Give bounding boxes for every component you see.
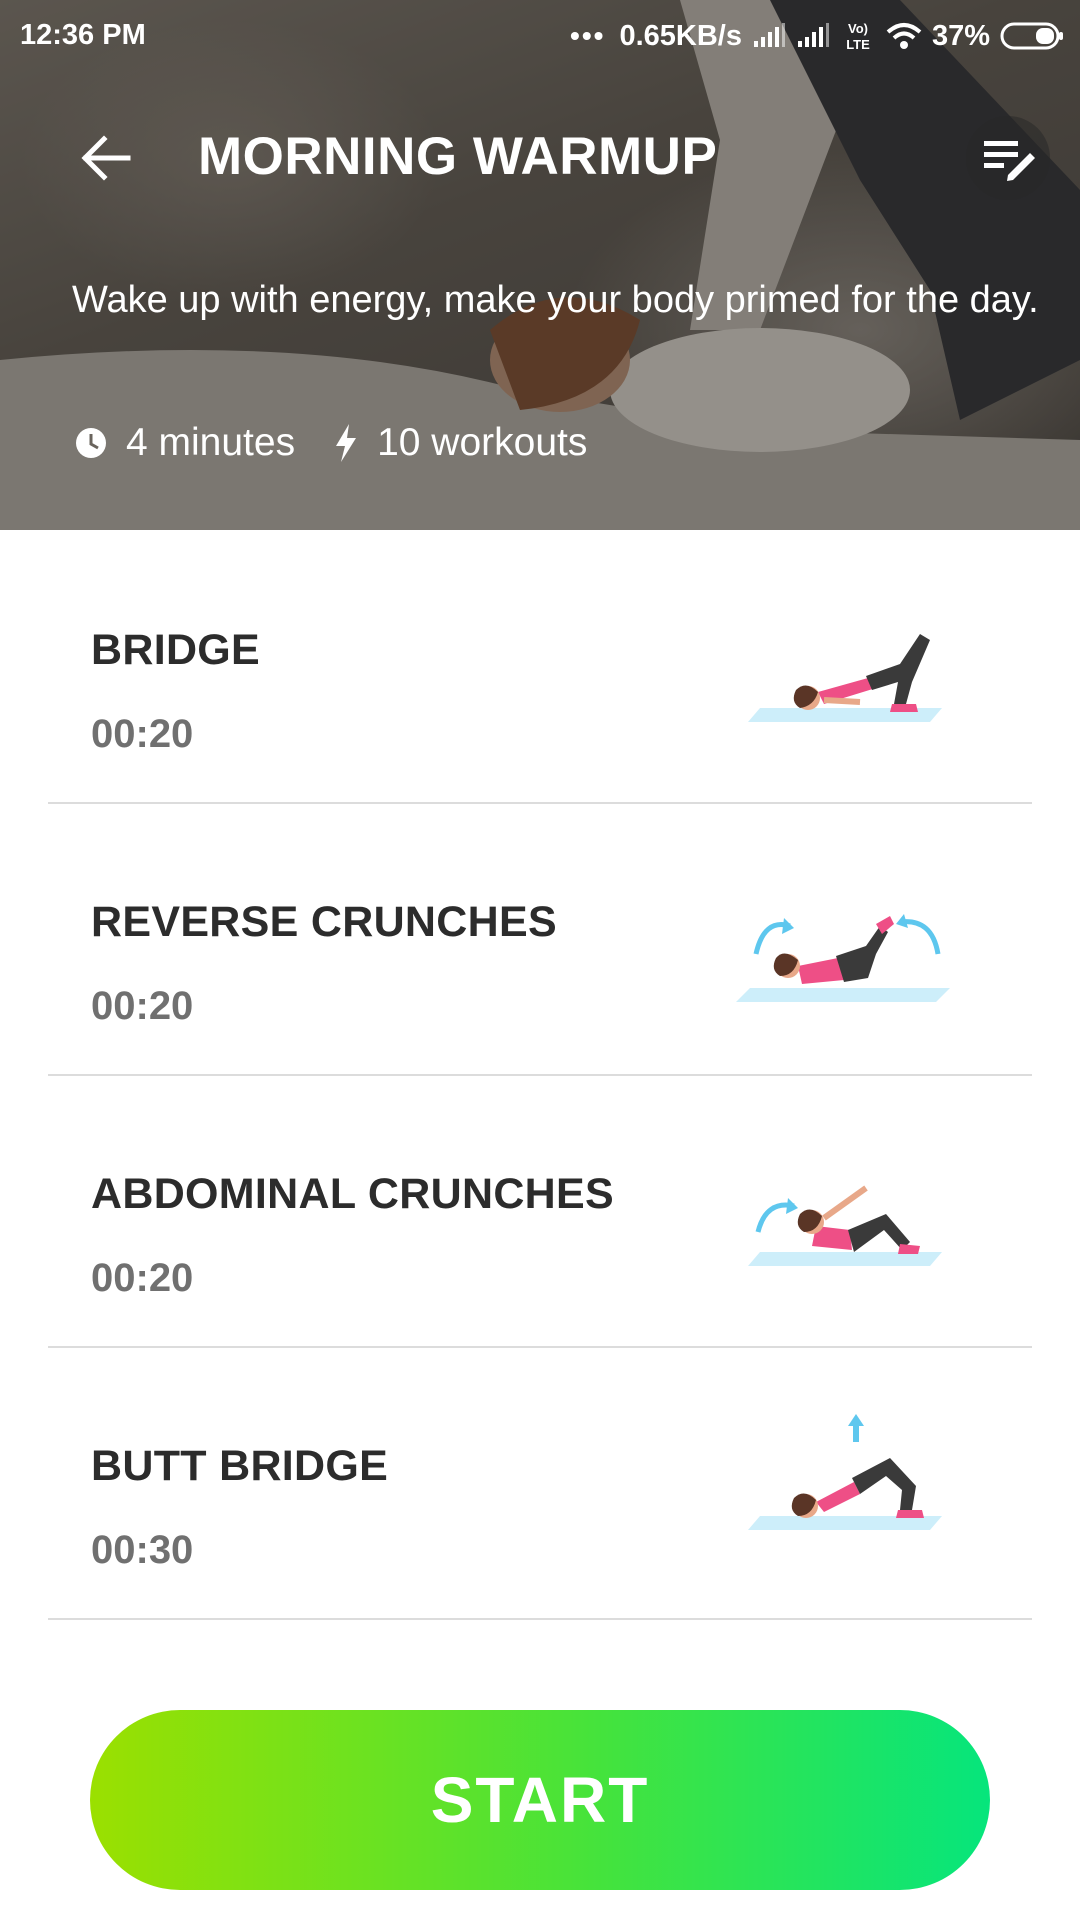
arrow-left-icon xyxy=(81,135,131,181)
exercise-duration: 00:30 xyxy=(91,1528,194,1572)
workout-description: Wake up with energy, make your body prim… xyxy=(72,279,1039,321)
duration-info: 4 minutes xyxy=(74,421,295,465)
workouts-info: 10 workouts xyxy=(333,421,587,465)
workouts-text: 10 workouts xyxy=(377,421,588,464)
volte-icon: Vo) LTE xyxy=(846,21,870,52)
signal-icon xyxy=(797,23,829,47)
list-item[interactable]: BRIDGE 00:20 xyxy=(48,532,1032,804)
bridge-illustration xyxy=(748,634,942,722)
exercise-name: REVERSE CRUNCHES xyxy=(91,898,557,946)
exercise-duration: 00:20 xyxy=(91,1256,194,1300)
edit-list-icon xyxy=(984,141,1035,181)
status-bar: 12:36 PM ••• 0.65KB/s Vo) LTE 37% xyxy=(0,0,1080,72)
duration-text: 4 minutes xyxy=(126,421,296,464)
wifi-icon xyxy=(886,23,922,49)
workout-meta: 4 minutes 10 workouts xyxy=(74,418,587,468)
hero-banner: 12:36 PM ••• 0.65KB/s Vo) LTE 37% MORNIN… xyxy=(0,0,1080,530)
butt-bridge-illustration xyxy=(748,1414,942,1530)
list-item[interactable]: REVERSE CRUNCHES 00:20 xyxy=(48,804,1032,1076)
abdominal-crunches-illustration xyxy=(748,1185,942,1266)
exercise-name: BUTT BRIDGE xyxy=(91,1442,389,1490)
network-speed: 0.65KB/s xyxy=(619,19,742,52)
exercise-duration: 00:20 xyxy=(91,712,194,756)
battery-percent: 37% xyxy=(931,19,990,52)
list-item[interactable]: ABDOMINAL CRUNCHES 00:20 xyxy=(48,1076,1032,1348)
lightning-icon xyxy=(336,424,357,462)
signal-icon xyxy=(753,23,785,47)
exercise-name: ABDOMINAL CRUNCHES xyxy=(91,1170,614,1218)
exercise-duration: 00:20 xyxy=(91,984,194,1028)
svg-text:Vo): Vo) xyxy=(848,21,868,36)
more-dots-icon: ••• xyxy=(570,20,606,51)
svg-text:LTE: LTE xyxy=(846,37,870,52)
reverse-crunches-illustration xyxy=(736,914,950,1002)
start-button[interactable]: START xyxy=(90,1710,990,1890)
clock-icon xyxy=(76,428,106,458)
exercise-list: BRIDGE 00:20 REVERSE CRUNCHES 00:20 ABDO… xyxy=(0,532,1080,1620)
exercise-name: BRIDGE xyxy=(91,626,261,674)
edit-workout-button[interactable] xyxy=(966,116,1050,200)
battery-icon xyxy=(1000,22,1063,50)
status-time: 12:36 PM xyxy=(20,19,146,51)
page-title: MORNING WARMUP xyxy=(198,127,718,186)
list-item[interactable]: BUTT BRIDGE 00:30 xyxy=(48,1348,1032,1620)
back-button[interactable] xyxy=(76,128,136,188)
